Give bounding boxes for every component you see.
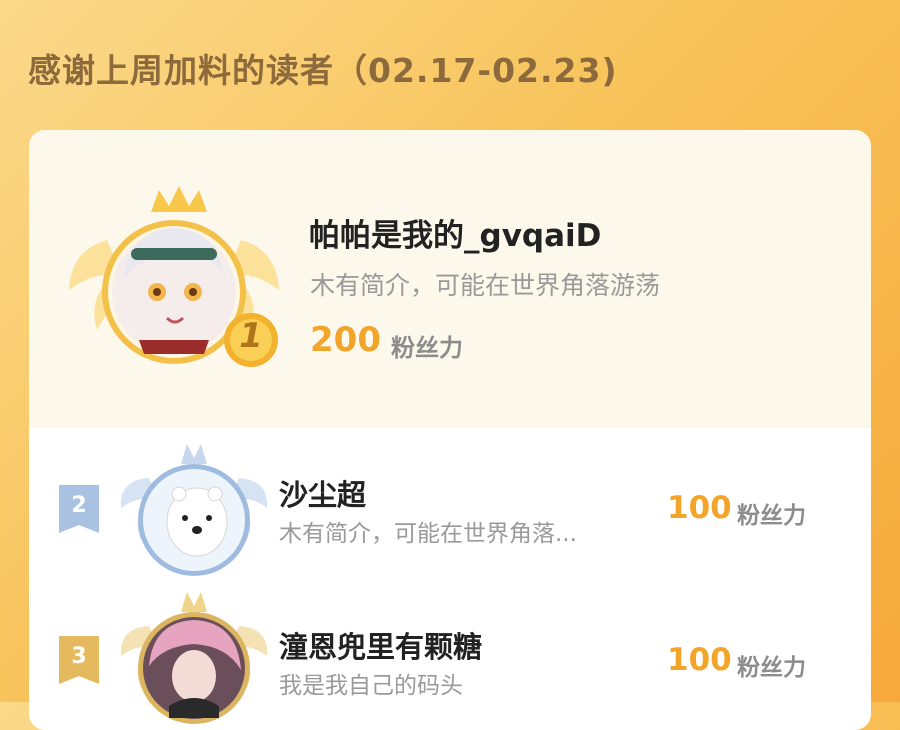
- rank-1-fans-label: 粉丝力: [391, 334, 463, 362]
- rank-1-bio: 木有简介，可能在世界角落游荡: [310, 271, 661, 300]
- rank-3-name[interactable]: 潼恩兜里有颗糖: [279, 624, 482, 666]
- rank-2-bio: 木有简介，可能在世界角落...: [279, 521, 577, 547]
- rank-2-avatar[interactable]: [119, 438, 269, 578]
- page-title: 感谢上周加料的读者（02.17-02.23): [28, 51, 618, 90]
- rank-2-entry[interactable]: 2 沙尘超 木有简介，可能在世界角落... 100 粉丝力: [29, 428, 871, 578]
- rank-3-fans-count: 100: [667, 642, 732, 678]
- rank-1-avatar-frame[interactable]: 1: [69, 180, 279, 370]
- rank-3-entry[interactable]: 3 潼恩兜里有颗糖 我是我自己的码头 100 粉丝力: [29, 578, 871, 728]
- rank-3-number: 3: [71, 643, 87, 669]
- rank-1-fans-count: 200: [310, 320, 381, 360]
- rank-2-number: 2: [71, 492, 87, 518]
- rank-3-bio: 我是我自己的码头: [279, 673, 463, 699]
- rank-1-entry[interactable]: 1 帕帕是我的_gvqaiD 木有简介，可能在世界角落游荡 200 粉丝力: [29, 130, 871, 428]
- leaderboard-card: 1 帕帕是我的_gvqaiD 木有简介，可能在世界角落游荡 200 粉丝力 2 …: [29, 130, 871, 730]
- rank-1-name[interactable]: 帕帕是我的_gvqaiD: [309, 210, 601, 255]
- rank-2-fans-label: 粉丝力: [737, 503, 806, 529]
- rank-1-number: 1: [239, 316, 263, 356]
- rank-3-avatar[interactable]: [119, 586, 269, 726]
- rank-3-fans-label: 粉丝力: [737, 655, 806, 681]
- rank-2-name[interactable]: 沙尘超: [279, 472, 366, 514]
- rank-2-fans-count: 100: [667, 490, 732, 526]
